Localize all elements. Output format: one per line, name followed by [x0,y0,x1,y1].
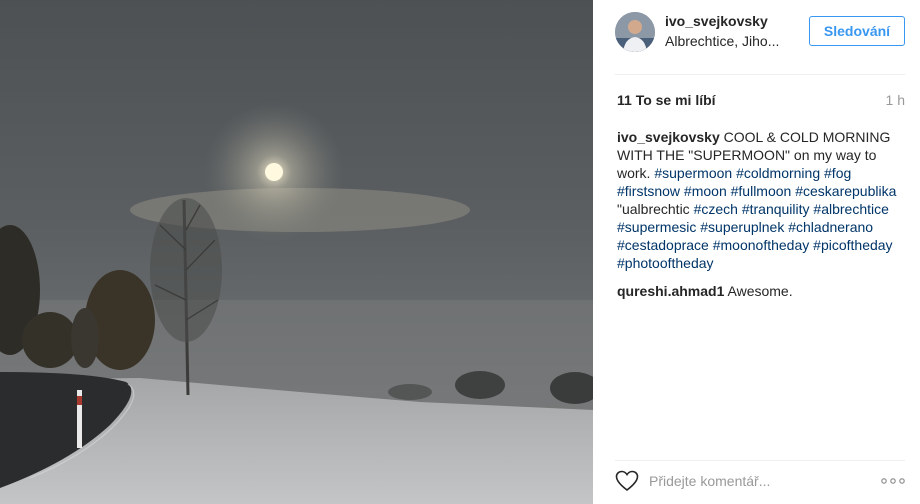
post-details-panel: ivo_svejkovsky Albrechtice, Jiho... Sled… [593,0,920,504]
hashtag[interactable]: #ceskarepublika [795,183,896,199]
moon [265,163,283,181]
likes-count[interactable]: 11 To se mi líbí [617,92,716,108]
hashtag[interactable]: #moonoftheday [713,237,810,253]
hashtag[interactable]: #fog [824,165,851,181]
post-username[interactable]: ivo_svejkovsky [665,13,768,29]
caption-username[interactable]: ivo_svejkovsky [617,129,720,145]
comment-item: qureshi.ahmad1 Awesome. [617,282,907,300]
heart-outline-icon[interactable] [615,470,639,492]
caption: ivo_svejkovsky COOL & COLD MORNING WITH … [617,128,907,272]
post-header: ivo_svejkovsky Albrechtice, Jiho... Sled… [593,0,920,64]
hashtag[interactable]: #supermoon [654,165,732,181]
more-dots-icon[interactable] [879,470,907,492]
avatar-image [615,12,655,52]
hashtag[interactable]: #chladnerano [788,219,873,235]
hashtag[interactable]: #cestadoprace [617,237,709,253]
comment-text: Awesome. [727,283,793,299]
hashtag[interactable]: #coldmorning [736,165,820,181]
post-photo[interactable] [0,0,593,504]
avatar[interactable] [615,12,655,52]
divider [615,460,905,461]
add-comment-input[interactable] [649,470,859,492]
hashtag[interactable]: #firstsnow [617,183,680,199]
hashtag[interactable]: #superuplnek [700,219,784,235]
comments-list: ivo_svejkovsky COOL & COLD MORNING WITH … [617,128,907,300]
hashtag[interactable]: #tranquility [742,201,810,217]
post-time[interactable]: 1 h [886,92,905,108]
following-button[interactable]: Sledování [809,16,905,46]
post-location[interactable]: Albrechtice, Jiho... [665,33,779,49]
caption-text-tail: "ualbrechtic [617,201,690,217]
hashtag[interactable]: #fullmoon [731,183,792,199]
comment-username[interactable]: qureshi.ahmad1 [617,283,724,299]
hashtag[interactable]: #picoftheday [813,237,892,253]
hashtag[interactable]: #supermesic [617,219,696,235]
divider [615,74,905,75]
hashtag[interactable]: #albrechtice [813,201,889,217]
hashtag[interactable]: #photooftheday [617,255,714,271]
hashtag[interactable]: #czech [694,201,738,217]
post-photo-image [0,0,593,504]
hashtag[interactable]: #moon [684,183,727,199]
